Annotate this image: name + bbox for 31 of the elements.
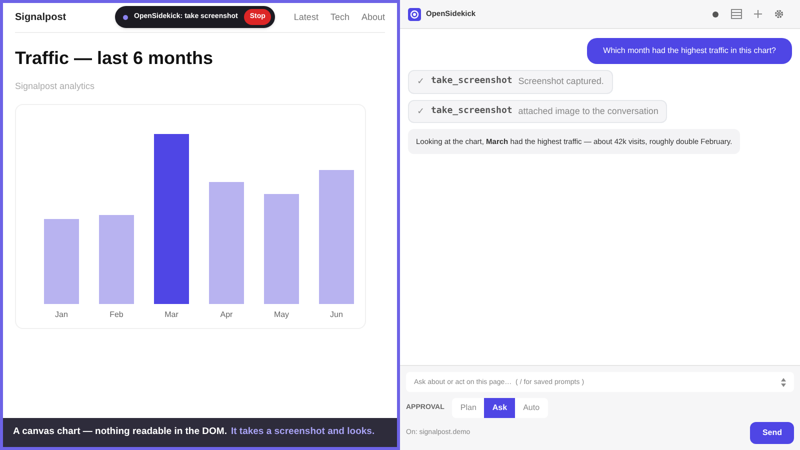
settings-icon[interactable] xyxy=(774,9,784,19)
plus-icon[interactable] xyxy=(754,10,762,18)
site-brand[interactable]: Signalpost xyxy=(15,10,66,25)
month-label: Jan xyxy=(55,308,68,320)
spinner-arrows-icon[interactable] xyxy=(781,378,786,386)
page-title: Traffic — last 6 months xyxy=(15,47,214,70)
caption-text: A canvas chart — nothing readable in the DOM. xyxy=(13,425,227,440)
nav-link[interactable]: Tech xyxy=(330,10,350,24)
list-icon[interactable] xyxy=(731,9,742,19)
tool-name: take_screenshot xyxy=(431,104,512,118)
approval-option[interactable]: Ask xyxy=(484,398,516,418)
caption-highlight: It takes a screenshot and looks. xyxy=(230,425,375,440)
month-label: Mar xyxy=(164,308,178,320)
nav-link[interactable]: Latest xyxy=(294,10,318,24)
send-button[interactable]: Send xyxy=(750,422,794,444)
page-subtitle: Signalpost analytics xyxy=(15,80,96,93)
tool-result: attached image to the conversation xyxy=(518,104,658,118)
month-label: May xyxy=(274,308,290,320)
tool-name: take_screenshot xyxy=(431,75,512,88)
record-icon[interactable] xyxy=(712,10,719,18)
approval-option[interactable]: Plan xyxy=(452,398,484,418)
month-label: Jun xyxy=(330,308,343,320)
check-mark: ✓ xyxy=(417,104,425,118)
month-label: Apr xyxy=(220,308,233,320)
logo-icon xyxy=(408,8,421,20)
month-label: Feb xyxy=(110,308,124,320)
approval-option[interactable]: Auto xyxy=(515,398,548,418)
tool-result: Screenshot captured. xyxy=(518,75,604,88)
user-message: Which month had the highest traffic in this chart? xyxy=(587,38,792,64)
check-mark: ✓ xyxy=(417,75,425,88)
nav-link[interactable]: About xyxy=(361,10,385,24)
